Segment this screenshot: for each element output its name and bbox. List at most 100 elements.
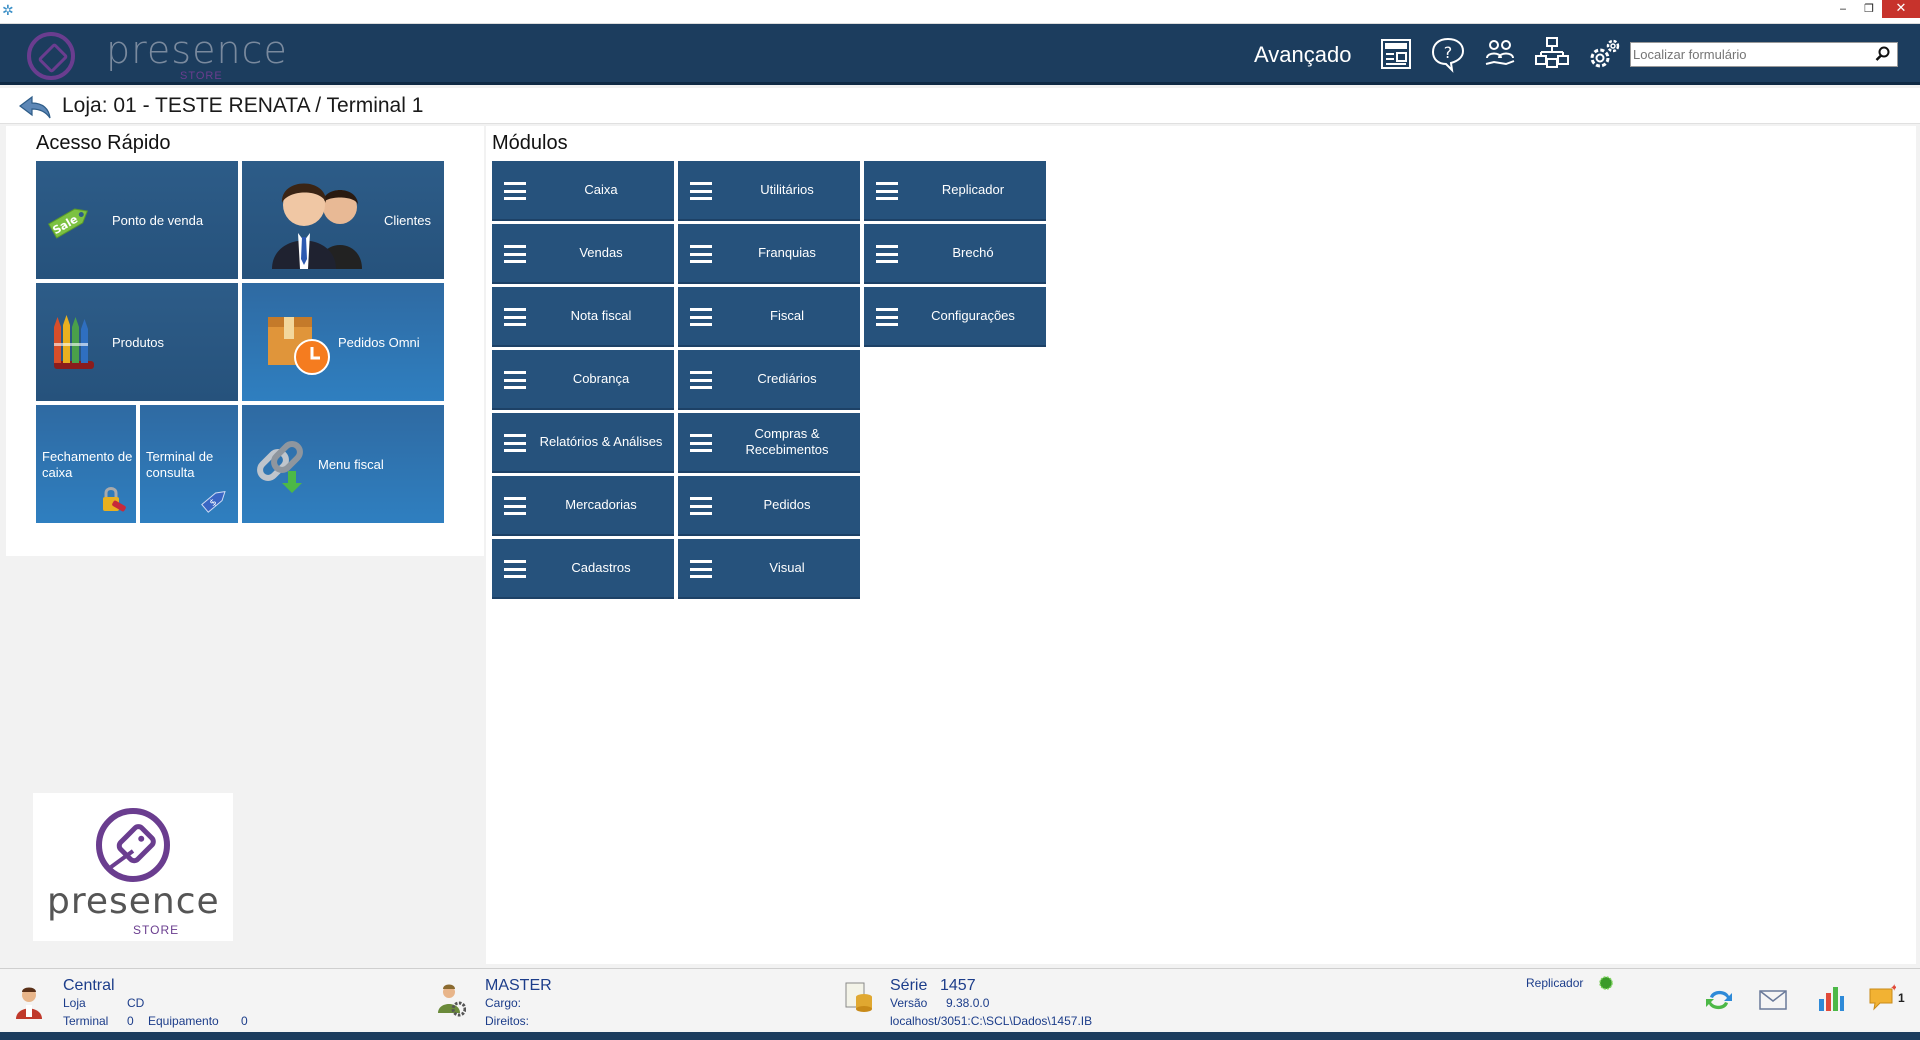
menu-icon xyxy=(504,371,526,389)
replicator-status-icon xyxy=(1599,976,1613,990)
big-logo-subtext: STORE xyxy=(133,923,180,937)
status-loja-label: Loja xyxy=(63,996,86,1010)
module-cadastros[interactable]: Cadastros xyxy=(492,539,674,599)
status-versao-label: Versão xyxy=(890,996,928,1010)
status-cargo-label: Cargo: xyxy=(485,996,522,1010)
modules-panel: Módulos Caixa Vendas Nota fiscal Cobranç… xyxy=(486,126,1916,964)
chain-link-icon xyxy=(257,441,303,493)
quick-access-title: Acesso Rápido xyxy=(36,132,171,154)
module-caixa[interactable]: Caixa xyxy=(492,161,674,221)
module-franquias[interactable]: Franquias xyxy=(678,224,860,284)
status-db-path: localhost/3051:C:\SCL\Dados\1457.IB xyxy=(890,1014,1093,1028)
menu-icon xyxy=(876,308,898,326)
module-replicador[interactable]: Replicador xyxy=(864,161,1046,221)
chart-icon[interactable] xyxy=(1816,983,1846,1013)
settings-icon[interactable] xyxy=(1584,34,1624,74)
form-search-input[interactable] xyxy=(1633,45,1863,64)
advanced-link[interactable]: Avançado xyxy=(1254,42,1351,68)
help-icon[interactable]: ? xyxy=(1428,34,1468,74)
status-terminal-value: 0 xyxy=(127,1014,134,1028)
status-serie-label: Série xyxy=(890,977,928,994)
menu-icon xyxy=(504,182,526,200)
app-header: presence STORE Avançado ? xyxy=(0,24,1920,85)
minimize-button[interactable]: ‒ xyxy=(1830,0,1856,18)
news-icon[interactable] xyxy=(1376,34,1416,74)
store-user-icon xyxy=(16,987,42,1019)
bottom-bar xyxy=(0,1032,1920,1040)
search-icon[interactable] xyxy=(1875,46,1891,62)
status-terminal-label: Terminal xyxy=(63,1014,109,1028)
tile-query-terminal[interactable]: Terminal de consulta $ xyxy=(140,405,238,523)
module-pedidos[interactable]: Pedidos xyxy=(678,476,860,536)
module-configuracoes[interactable]: Configurações xyxy=(864,287,1046,347)
back-arrow-icon[interactable] xyxy=(18,94,52,120)
messages-icon[interactable]: ✦ xyxy=(1868,983,1896,1011)
menu-icon xyxy=(690,245,712,263)
tile-products[interactable]: Produtos xyxy=(36,283,238,401)
menu-icon xyxy=(504,245,526,263)
module-mercadorias[interactable]: Mercadorias xyxy=(492,476,674,536)
svg-text:?: ? xyxy=(1444,43,1453,62)
menu-icon xyxy=(690,182,712,200)
tile-clients[interactable]: Clientes xyxy=(242,161,444,279)
tile-cash-closing[interactable]: Fechamento de caixa xyxy=(36,405,136,523)
menu-icon xyxy=(504,308,526,326)
sale-tag-icon: Sale xyxy=(47,208,89,239)
quick-access-panel: Acesso Rápido Sale Ponto de venda Client… xyxy=(6,126,484,556)
page-title: Loja: 01 - TESTE RENATA / Terminal 1 xyxy=(62,94,424,117)
menu-icon xyxy=(690,497,712,515)
tile-products-label: Produtos xyxy=(112,335,165,350)
menu-icon xyxy=(504,497,526,515)
app-icon: ✲ xyxy=(2,3,14,19)
module-utilitarios[interactable]: Utilitários xyxy=(678,161,860,221)
status-equipment-label: Equipamento xyxy=(148,1014,219,1028)
window-titlebar: ✲ ‒ ❐ ✕ xyxy=(0,0,1920,24)
module-relatorios[interactable]: Relatórios & Análises xyxy=(492,413,674,473)
status-serie-value: 1457 xyxy=(940,977,976,994)
omni-orders-icon xyxy=(268,317,330,375)
tile-omni-orders-label: Pedidos Omni xyxy=(338,335,420,350)
module-fiscal[interactable]: Fiscal xyxy=(678,287,860,347)
menu-icon xyxy=(690,371,712,389)
modules-title: Módulos xyxy=(492,132,568,154)
tile-pos-label: Ponto de venda xyxy=(112,213,204,228)
messages-count-badge: 1 xyxy=(1898,991,1905,1005)
menu-icon xyxy=(690,434,712,452)
module-crediarios[interactable]: Crediários xyxy=(678,350,860,410)
status-central: Central xyxy=(63,977,115,994)
menu-icon xyxy=(504,434,526,452)
status-versao-value: 9.38.0.0 xyxy=(946,996,990,1010)
tile-fiscal-menu-label: Menu fiscal xyxy=(318,457,384,472)
status-equipment-value: 0 xyxy=(241,1014,248,1028)
sync-icon[interactable] xyxy=(1704,985,1734,1015)
logo-text: presence xyxy=(106,28,288,72)
database-icon xyxy=(845,982,872,1012)
module-cobranca[interactable]: Cobrança xyxy=(492,350,674,410)
tile-fiscal-menu[interactable]: Menu fiscal xyxy=(242,405,444,523)
tile-pos[interactable]: Sale Ponto de venda xyxy=(36,161,238,279)
products-icon xyxy=(54,315,94,369)
menu-icon xyxy=(876,245,898,263)
module-vendas[interactable]: Vendas xyxy=(492,224,674,284)
status-replicador-label: Replicador xyxy=(1526,976,1584,990)
status-loja-value: CD xyxy=(127,996,145,1010)
status-bar: Central Loja CD Terminal 0 Equipamento 0… xyxy=(0,968,1920,1032)
users-icon[interactable] xyxy=(1480,34,1520,74)
user-settings-icon xyxy=(438,984,466,1017)
mail-icon[interactable] xyxy=(1758,985,1788,1015)
module-compras[interactable]: Compras & Recebimentos xyxy=(678,413,860,473)
network-icon[interactable] xyxy=(1532,34,1572,74)
module-brecho[interactable]: Brechó xyxy=(864,224,1046,284)
form-search-box[interactable] xyxy=(1630,42,1898,67)
presence-logo-icon xyxy=(27,32,75,80)
module-nota-fiscal[interactable]: Nota fiscal xyxy=(492,287,674,347)
big-logo-text: presence xyxy=(47,881,220,922)
close-button[interactable]: ✕ xyxy=(1882,0,1920,18)
status-user: MASTER xyxy=(485,977,552,994)
status-direitos-label: Direitos: xyxy=(485,1014,530,1028)
module-visual[interactable]: Visual xyxy=(678,539,860,599)
menu-icon xyxy=(690,560,712,578)
menu-icon xyxy=(504,560,526,578)
tile-omni-orders[interactable]: Pedidos Omni xyxy=(242,283,444,401)
restore-button[interactable]: ❐ xyxy=(1856,0,1882,18)
